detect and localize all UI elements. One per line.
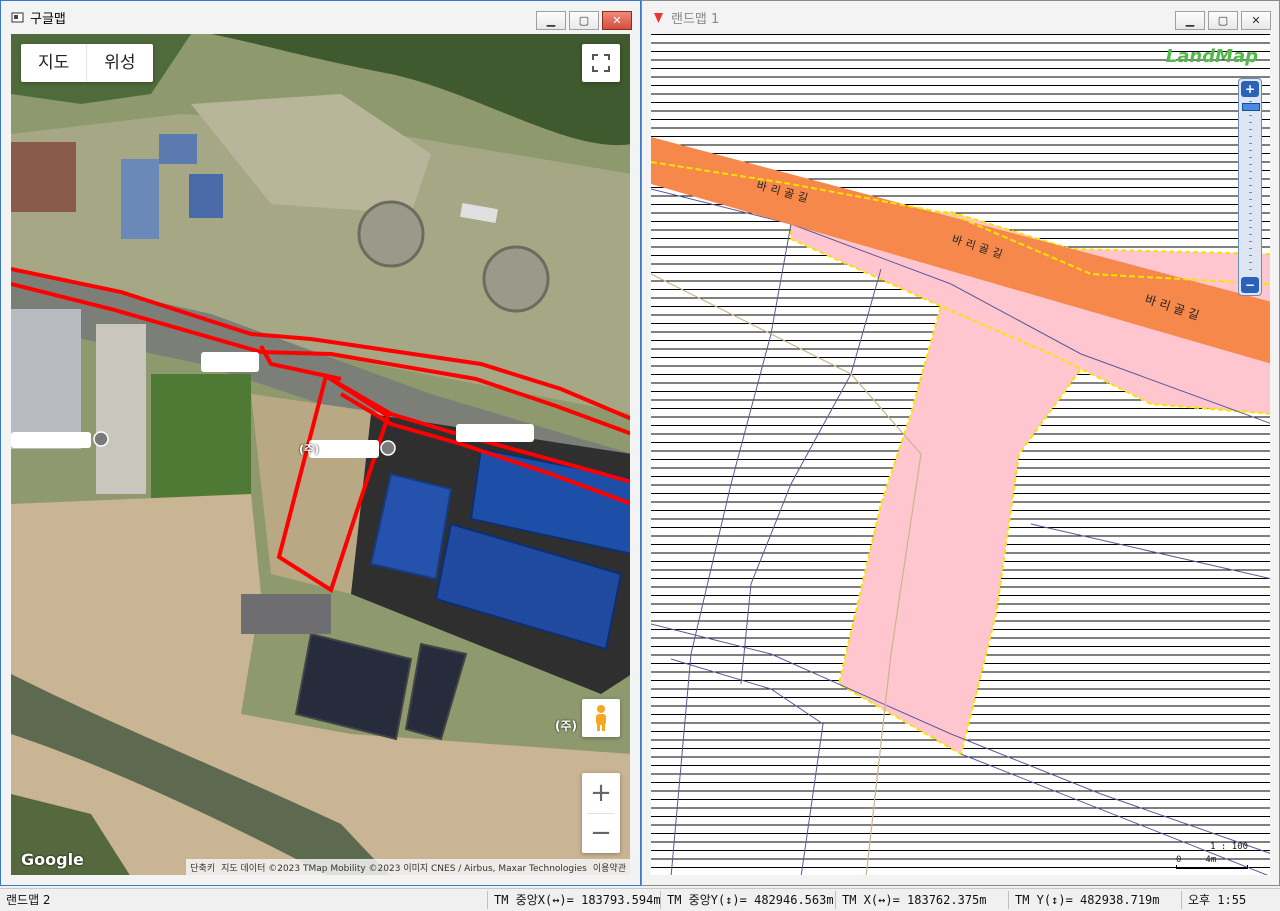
pegman-icon — [596, 705, 606, 731]
google-logo[interactable]: Google — [21, 850, 84, 869]
attribution-bar: 단축키 지도 데이터 ©2023 TMap Mobility ©2023 이미지… — [186, 859, 630, 875]
minimize-icon: ▁ — [546, 14, 556, 27]
close-icon: ✕ — [612, 14, 622, 27]
landmap-window: 랜드맵 1 ▁ ▢ ✕ 바리골길 바리골길 바리골길 LandMap + − 1… — [641, 0, 1280, 886]
zoom-track[interactable] — [1249, 101, 1252, 273]
zoom-out-button[interactable]: − — [590, 814, 612, 853]
place-label[interactable]: (주) — [299, 441, 319, 457]
minimize-button[interactable]: ▁ — [1175, 11, 1205, 30]
landmap-canvas[interactable]: 바리골길 바리골길 바리골길 LandMap + − 1 : 100 0 4m — [651, 34, 1270, 875]
map-type-map-button[interactable]: 지도 — [21, 44, 86, 82]
landmap-logo: LandMap — [1165, 46, 1258, 67]
terms-link[interactable]: 이용약관 — [593, 861, 626, 874]
google-map-canvas[interactable]: (주) (주) 지도 위성 + − Google 단축키 지도 데이터 ©202… — [11, 34, 630, 875]
zoom-out-button[interactable]: − — [1241, 277, 1259, 293]
window-title: 구글맵 — [30, 11, 66, 27]
fullscreen-icon — [592, 54, 610, 72]
zoom-in-button[interactable]: + — [1241, 81, 1259, 97]
map-type-control: 지도 위성 — [21, 44, 153, 82]
place-label[interactable]: (주) — [555, 717, 577, 734]
status-time: 오후 1:55 — [1181, 891, 1280, 909]
minimize-icon: ▁ — [1185, 14, 1195, 27]
status-app-title: 랜드맵 2 — [6, 893, 51, 907]
landmap-app-icon — [651, 10, 665, 24]
fullscreen-button[interactable] — [582, 44, 620, 82]
close-button[interactable]: ✕ — [1241, 11, 1271, 30]
scale-start: 0 — [1176, 855, 1182, 865]
close-button[interactable]: ✕ — [602, 11, 632, 30]
google-map-window: 구글맵 ▁ ▢ ✕ (주) (주) 지도 위성 + − Google 단축키 지… — [0, 0, 641, 886]
zoom-in-button[interactable]: + — [590, 774, 612, 813]
status-tm-x: TM X(↔)= 183762.375m — [835, 891, 1007, 909]
cadastral-map — [651, 34, 1270, 875]
satellite-imagery — [11, 34, 630, 875]
place-pin-icon[interactable] — [380, 440, 396, 456]
maximize-icon: ▢ — [578, 14, 590, 27]
scale-bar: 1 : 100 0 4m — [1176, 842, 1248, 869]
status-tm-center-y: TM 중앙Y(↕)= 482946.563m — [660, 891, 834, 909]
zoom-thumb[interactable] — [1242, 103, 1260, 111]
app-icon — [10, 10, 24, 24]
scale-ratio: 1 : 100 — [1210, 842, 1248, 852]
minimize-button[interactable]: ▁ — [536, 11, 566, 30]
close-icon: ✕ — [1251, 14, 1261, 27]
status-bar: 랜드맵 2 TM 중앙X(↔)= 183793.594m TM 중앙Y(↕)= … — [0, 888, 1280, 911]
window-title: 랜드맵 1 — [671, 11, 720, 27]
maximize-button[interactable]: ▢ — [569, 11, 599, 30]
maximize-icon: ▢ — [1217, 14, 1229, 27]
status-tm-y: TM Y(↕)= 482938.719m — [1008, 891, 1180, 909]
keyboard-shortcuts-link[interactable]: 단축키 — [190, 861, 215, 874]
map-data-attribution: 지도 데이터 ©2023 TMap Mobility ©2023 이미지 CNE… — [221, 863, 587, 874]
map-type-satellite-button[interactable]: 위성 — [86, 44, 152, 82]
maximize-button[interactable]: ▢ — [1208, 11, 1238, 30]
place-pin-icon[interactable] — [93, 431, 109, 447]
scale-line — [1176, 865, 1248, 869]
zoom-slider[interactable]: + − — [1238, 78, 1262, 296]
scale-end: 4m — [1205, 855, 1217, 865]
zoom-control: + − — [582, 773, 620, 853]
status-tm-center-x: TM 중앙X(↔)= 183793.594m — [487, 891, 661, 909]
pegman-button[interactable] — [582, 699, 620, 737]
